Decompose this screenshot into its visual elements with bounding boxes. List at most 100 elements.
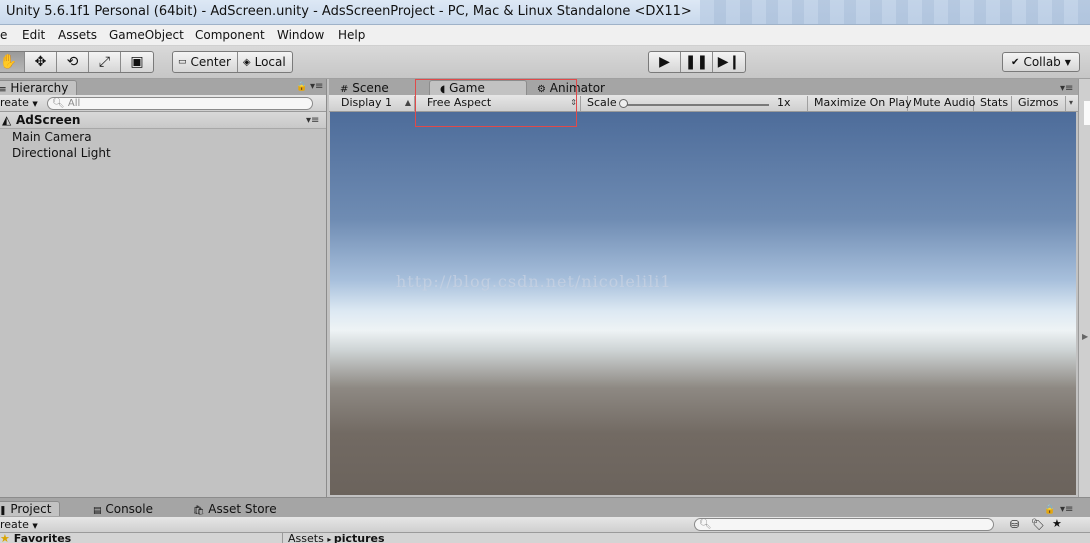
project-search-input[interactable]: 🔍︎ [694,518,994,531]
pause-icon: ❚❚ [684,54,709,70]
move-icon: ✥ [34,54,47,70]
menu-bar: e Edit Assets GameObject Component Windo… [0,25,1090,46]
tab-scene-label: Scene [352,81,389,95]
pivot-center-button[interactable]: ▭ Center [173,52,238,72]
project-toolbar: reate ▼ 🔍︎ ⛁ 🏷︎ ★ [0,517,1090,533]
project-create-label: reate [0,518,29,531]
chevron-down-icon: ▼ [32,100,38,108]
title-bar-decoration [700,0,1090,24]
game-render-view[interactable]: http://blog.csdn.net/nicolelili1 [330,112,1076,495]
tab-hierarchy-label: Hierarchy [10,81,69,95]
search-icon: 🔍︎ [52,98,65,109]
scale-control: Scale 1x [583,96,808,111]
pivot-center-label: Center [190,55,231,69]
hand-icon: ✋ [0,54,18,70]
panel-menu-icon[interactable]: ▾≡ [310,81,323,92]
gizmos-dropdown[interactable]: Gizmos ▾ [1014,96,1073,111]
collapse-arrow-icon[interactable]: ▶ [1082,332,1088,341]
menu-window[interactable]: Window [277,28,324,42]
search-icon: 🔍︎ [699,519,712,530]
watermark-text: http://blog.csdn.net/nicolelili1 [396,272,672,291]
project-divider [282,533,283,543]
scale-icon: ⤢ [98,54,111,70]
hierarchy-tabbar: ≡ Hierarchy 🔒 ▾≡ [0,79,326,95]
chevron-down-icon: ▾ [1068,98,1073,107]
favorites-item[interactable]: ★ Favorites [0,532,71,543]
tab-asset-store[interactable]: 🛍︎ Asset Store [188,501,286,516]
pivot-local-label: Local [254,55,286,69]
collab-button[interactable]: ✔ Collab ▼ [1002,52,1080,72]
transform-tools: ✋ ✥ ⟲ ⤢ ▣ [0,51,154,73]
rotate-tool-button[interactable]: ⟲ [57,52,89,72]
menu-gameobject[interactable]: GameObject [109,28,184,42]
hierarchy-item-main-camera[interactable]: Main Camera [12,130,92,144]
mute-audio-toggle[interactable]: Mute Audio [909,96,975,111]
menu-help[interactable]: Help [338,28,365,42]
star-icon[interactable]: ★ [1052,517,1062,530]
menu-assets[interactable]: Assets [58,28,97,42]
favorites-label: Favorites [13,532,72,543]
project-content: ★ Favorites Assets ▸ pictures [0,532,1090,543]
move-tool-button[interactable]: ✥ [25,52,57,72]
lock-icon[interactable]: 🔒 [1044,505,1055,515]
hierarchy-create-button[interactable]: reate ▼ [0,96,38,109]
step-icon: ▶❙ [717,54,741,70]
star-icon: ★ [0,532,10,543]
menu-file[interactable]: e [0,28,7,42]
breadcrumb: Assets ▸ pictures [288,532,385,543]
pivot-toggles: ▭ Center ◈ Local [172,51,293,73]
tab-asset-store-label: Asset Store [208,502,277,516]
game-panel-menu-icon[interactable]: ▾≡ [1060,83,1073,94]
tag-icon[interactable]: 🏷︎ [1031,518,1045,531]
project-panel-menu-icon[interactable]: ▾≡ [1060,504,1073,515]
tab-hierarchy[interactable]: ≡ Hierarchy [0,80,78,95]
tab-console-label: Console [105,502,153,516]
hierarchy-search-input[interactable]: 🔍︎ All [47,97,313,110]
step-button[interactable]: ▶❙ [713,52,745,72]
rect-icon: ▣ [130,54,144,70]
breadcrumb-folder[interactable]: pictures [334,532,385,543]
scale-slider-thumb[interactable] [619,99,628,108]
menu-edit[interactable]: Edit [22,28,45,42]
window-title: Unity 5.6.1f1 Personal (64bit) - AdScree… [6,4,692,19]
scrollbar-stub [1084,101,1090,125]
breadcrumb-root[interactable]: Assets [288,532,324,543]
play-controls: ▶ ❚❚ ▶❙ [648,51,746,73]
tab-console[interactable]: ▤ Console [88,501,162,516]
pause-button[interactable]: ❚❚ [681,52,713,72]
scene-name: AdScreen [16,113,81,127]
scene-menu-icon[interactable]: ▾≡ [306,115,319,126]
inspector-edge: ▶ [1078,79,1090,497]
scene-header[interactable]: ◭ AdScreen ▾≡ [0,112,326,129]
pivot-local-button[interactable]: ◈ Local [238,52,292,72]
scale-label: Scale [587,96,617,109]
chevron-down-icon: ▼ [1064,57,1071,67]
project-create-button[interactable]: reate ▼ [0,518,38,531]
hierarchy-toolbar: reate ▼ 🔍︎ All [0,95,326,112]
tab-project[interactable]: ❚ Project [0,501,61,516]
hierarchy-item-directional-light[interactable]: Directional Light [12,146,111,160]
play-button[interactable]: ▶ [649,52,681,72]
rect-tool-button[interactable]: ▣ [121,52,153,72]
title-bar: Unity 5.6.1f1 Personal (64bit) - AdScree… [0,0,1090,25]
scale-slider-track[interactable] [621,104,769,106]
menu-component[interactable]: Component [195,28,265,42]
tab-scene[interactable]: # Scene [335,80,398,95]
project-tabbar: ❚ Project ▤ Console 🛍︎ Asset Store 🔒 ▾≡ [0,498,1090,517]
lock-icon[interactable]: 🔒 [296,82,307,92]
stats-toggle[interactable]: Stats [976,96,1012,111]
highlight-box [415,79,577,127]
maximize-on-play-toggle[interactable]: Maximize On Play [810,96,912,111]
main-toolbar: ✋ ✥ ⟲ ⤢ ▣ ▭ Center ◈ Local ▶ ❚❚ ▶❙ ✔ Col… [0,46,1090,79]
display-dropdown[interactable]: Display 1 ▲ [337,96,415,111]
scale-tool-button[interactable]: ⤢ [89,52,121,72]
play-icon: ▶ [659,54,670,70]
tab-project-label: Project [10,502,52,516]
unity-scene-icon: ◭ [2,113,12,127]
grid-icon: # [340,84,349,95]
filter-type-icon[interactable]: ⛁ [1010,518,1019,531]
chevron-down-icon: ▼ [32,522,38,530]
hand-tool-button[interactable]: ✋ [0,52,25,72]
collab-label: Collab [1023,55,1061,69]
display-label: Display 1 [341,96,393,109]
